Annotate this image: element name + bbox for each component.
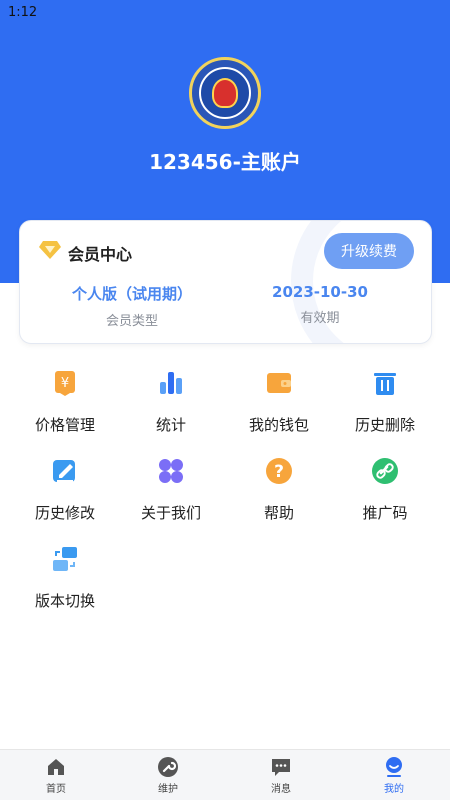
- menu-item-history-delete[interactable]: 历史删除: [332, 368, 438, 435]
- menu-label: 价格管理: [34, 416, 95, 434]
- bar-chart-icon: [160, 372, 182, 394]
- logo-inner: [199, 67, 251, 119]
- tab-label: 维护: [158, 784, 178, 795]
- menu-item-about-us[interactable]: 关于我们: [118, 456, 224, 523]
- switch-icon: [53, 547, 77, 571]
- expiry-label: 有效期: [300, 311, 340, 326]
- tab-label: 首页: [46, 784, 66, 795]
- tab-maintenance[interactable]: 维护: [112, 756, 224, 795]
- menu-label: 帮助: [263, 504, 294, 522]
- status-time: 1:12: [8, 5, 38, 20]
- bottom-tab-bar: 首页 维护 消息 我的: [0, 749, 450, 800]
- logo-emblem-icon: [212, 78, 238, 108]
- menu-item-version-switch[interactable]: 版本切换: [12, 544, 118, 611]
- expiry-value: 2023-10-30: [272, 283, 368, 301]
- menu-label: 统计: [155, 416, 186, 434]
- member-type-stat: 个人版（试用期） 会员类型: [42, 283, 222, 329]
- expiry-stat: 2023-10-30 有效期: [230, 283, 410, 326]
- tab-label: 消息: [271, 784, 291, 795]
- four-dots-icon: [159, 459, 183, 483]
- help-icon: ?: [266, 458, 292, 484]
- upgrade-renew-button[interactable]: 升级续费: [324, 233, 414, 269]
- fire-detection-logo: [189, 57, 261, 129]
- menu-label: 关于我们: [140, 504, 201, 522]
- tab-home[interactable]: 首页: [0, 756, 112, 795]
- svg-text:¥: ¥: [61, 376, 69, 391]
- message-icon: [272, 759, 290, 776]
- account-name: 123456-主账户: [149, 150, 301, 174]
- member-card[interactable]: 会员中心 升级续费 个人版（试用期） 会员类型 2023-10-30 有效期: [19, 220, 432, 344]
- menu-label: 版本切换: [34, 592, 95, 610]
- tab-label: 我的: [384, 784, 404, 795]
- member-type-value: 个人版（试用期）: [71, 285, 192, 303]
- menu-label: 历史删除: [354, 416, 415, 434]
- menu-label: 历史修改: [34, 504, 95, 522]
- menu-item-price-management[interactable]: ¥ 价格管理: [12, 368, 118, 435]
- wallet-icon: [267, 373, 291, 393]
- tab-messages[interactable]: 消息: [225, 756, 337, 795]
- menu-label: 推广码: [362, 504, 408, 522]
- home-icon: [48, 759, 64, 775]
- svg-text:?: ?: [274, 462, 284, 482]
- trash-icon: [374, 373, 396, 395]
- tab-mine[interactable]: 我的: [338, 756, 450, 795]
- edit-icon: [53, 460, 75, 482]
- menu-item-statistics[interactable]: 统计: [118, 368, 224, 435]
- menu-item-wallet[interactable]: 我的钱包: [226, 368, 332, 435]
- menu-item-promo-code[interactable]: 推广码: [332, 456, 438, 523]
- menu-item-history-edit[interactable]: 历史修改: [12, 456, 118, 523]
- user-icon: [386, 757, 402, 777]
- diamond-icon: [39, 241, 61, 259]
- price-tag-icon: ¥: [55, 371, 75, 396]
- member-center-title: 会员中心: [68, 245, 133, 264]
- member-type-label: 会员类型: [105, 314, 158, 329]
- wrench-icon: [158, 757, 178, 777]
- menu-item-help[interactable]: ? 帮助: [226, 456, 332, 523]
- menu-label: 我的钱包: [248, 416, 309, 434]
- link-icon: [372, 458, 398, 484]
